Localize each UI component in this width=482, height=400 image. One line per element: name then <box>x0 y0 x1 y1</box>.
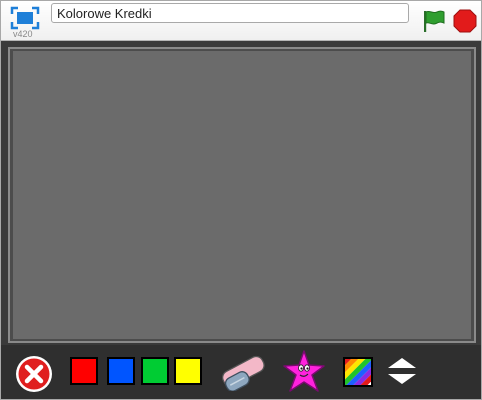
project-title-field[interactable] <box>51 3 409 23</box>
close-x-icon[interactable] <box>14 354 54 394</box>
version-label: v420 <box>13 29 33 39</box>
tool-palette <box>1 345 481 399</box>
stage-area <box>1 41 481 345</box>
yellow-color-swatch[interactable] <box>174 357 202 385</box>
drawing-canvas[interactable] <box>13 51 471 339</box>
blue-color-swatch[interactable] <box>107 357 135 385</box>
fullscreen-icon[interactable] <box>10 6 40 30</box>
stop-sign-icon[interactable] <box>453 9 477 33</box>
green-color-swatch[interactable] <box>141 357 169 385</box>
green-flag-icon[interactable] <box>421 8 447 34</box>
stage-frame <box>8 47 476 343</box>
player-header: v420 <box>1 1 481 41</box>
rainbow-swatch-icon[interactable] <box>343 357 373 387</box>
up-down-arrows-icon[interactable] <box>385 356 419 386</box>
eraser-icon[interactable] <box>215 351 269 391</box>
red-color-swatch[interactable] <box>70 357 98 385</box>
project-player: v420 <box>0 0 482 400</box>
magenta-star-icon[interactable] <box>280 348 328 396</box>
